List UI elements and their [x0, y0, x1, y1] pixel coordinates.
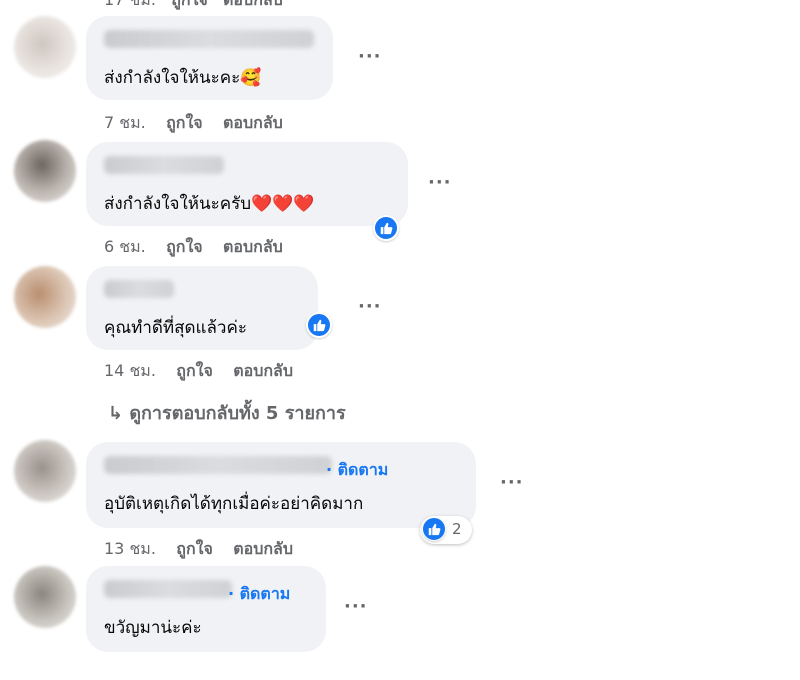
reaction-summary[interactable]: 2 [420, 516, 472, 544]
comment-time[interactable]: 14 ชม. [104, 361, 156, 380]
comment-text: ขวัญมาน่ะค่ะ [104, 618, 202, 638]
comment-meta: 14 ชม. ถูกใจ ตอบกลับ [104, 359, 293, 384]
more-options-icon[interactable]: ··· [428, 172, 452, 193]
like-reaction-icon [422, 517, 446, 541]
more-options-icon[interactable]: ··· [358, 46, 382, 67]
comment-text: ส่งกำลังใจให้นะคะ🥰 [104, 68, 262, 88]
comment-meta: 6 ชม. ถูกใจ ตอบกลับ [104, 235, 283, 260]
avatar[interactable] [14, 266, 76, 328]
avatar[interactable] [14, 440, 76, 502]
comment-bubble: คุณทำดีที่สุดแล้วค่ะ [86, 266, 318, 350]
like-link[interactable]: ถูกใจ [166, 113, 203, 132]
comment-bubble: · ติดตาม อุบัติเหตุเกิดได้ทุกเมื่อค่ะอย่… [86, 442, 476, 528]
comment-bubble: ส่งกำลังใจให้นะคะ🥰 [86, 16, 333, 100]
comment-time[interactable]: 7 ชม. [104, 113, 146, 132]
reaction-count: 2 [452, 520, 462, 538]
avatar[interactable] [14, 140, 76, 202]
view-replies-link[interactable]: ↳ ดูการตอบกลับทั้ง 5 รายการ [108, 398, 346, 427]
like-link[interactable]: ถูกใจ [166, 237, 203, 256]
commenter-name-blurred[interactable] [104, 280, 174, 298]
commenter-name-blurred[interactable] [104, 456, 332, 474]
commenter-name-blurred[interactable] [104, 156, 224, 174]
avatar[interactable] [14, 566, 76, 628]
comment-meta: 7 ชม. ถูกใจ ตอบกลับ [104, 111, 283, 136]
comment-time[interactable]: 13 ชม. [104, 539, 156, 558]
comment-text: อุบัติเหตุเกิดได้ทุกเมื่อค่ะอย่าคิดมาก [104, 494, 364, 514]
more-options-icon[interactable]: ··· [358, 296, 382, 317]
avatar[interactable] [14, 16, 76, 78]
more-options-icon[interactable]: ··· [500, 472, 524, 493]
reply-link[interactable]: ตอบกลับ [233, 539, 293, 558]
like-reaction-icon[interactable] [306, 312, 332, 338]
comment-time[interactable]: 6 ชม. [104, 237, 146, 256]
comment-bubble: ส่งกำลังใจให้นะครับ❤️❤️❤️ [86, 142, 408, 226]
comment-text: คุณทำดีที่สุดแล้วค่ะ [104, 318, 247, 338]
comment-meta-partial: 17 ชม. ถูกใจ ตอบกลับ [104, 0, 283, 13]
follow-link[interactable]: · ติดตาม [326, 458, 388, 483]
reply-link[interactable]: ตอบกลับ [233, 361, 293, 380]
reply-link[interactable]: ตอบกลับ [223, 237, 283, 256]
like-link[interactable]: ถูกใจ [176, 539, 213, 558]
comment-meta: 13 ชม. ถูกใจ ตอบกลับ [104, 537, 293, 562]
more-options-icon[interactable]: ··· [344, 596, 368, 617]
reply-link[interactable]: ตอบกลับ [223, 113, 283, 132]
commenter-name-blurred[interactable] [104, 580, 232, 598]
like-link[interactable]: ถูกใจ [176, 361, 213, 380]
like-reaction-icon[interactable] [373, 215, 399, 241]
follow-link[interactable]: · ติดตาม [228, 582, 290, 607]
commenter-name-blurred[interactable] [104, 30, 314, 48]
comment-bubble: · ติดตาม ขวัญมาน่ะค่ะ [86, 566, 326, 652]
comment-text: ส่งกำลังใจให้นะครับ❤️❤️❤️ [104, 194, 315, 214]
